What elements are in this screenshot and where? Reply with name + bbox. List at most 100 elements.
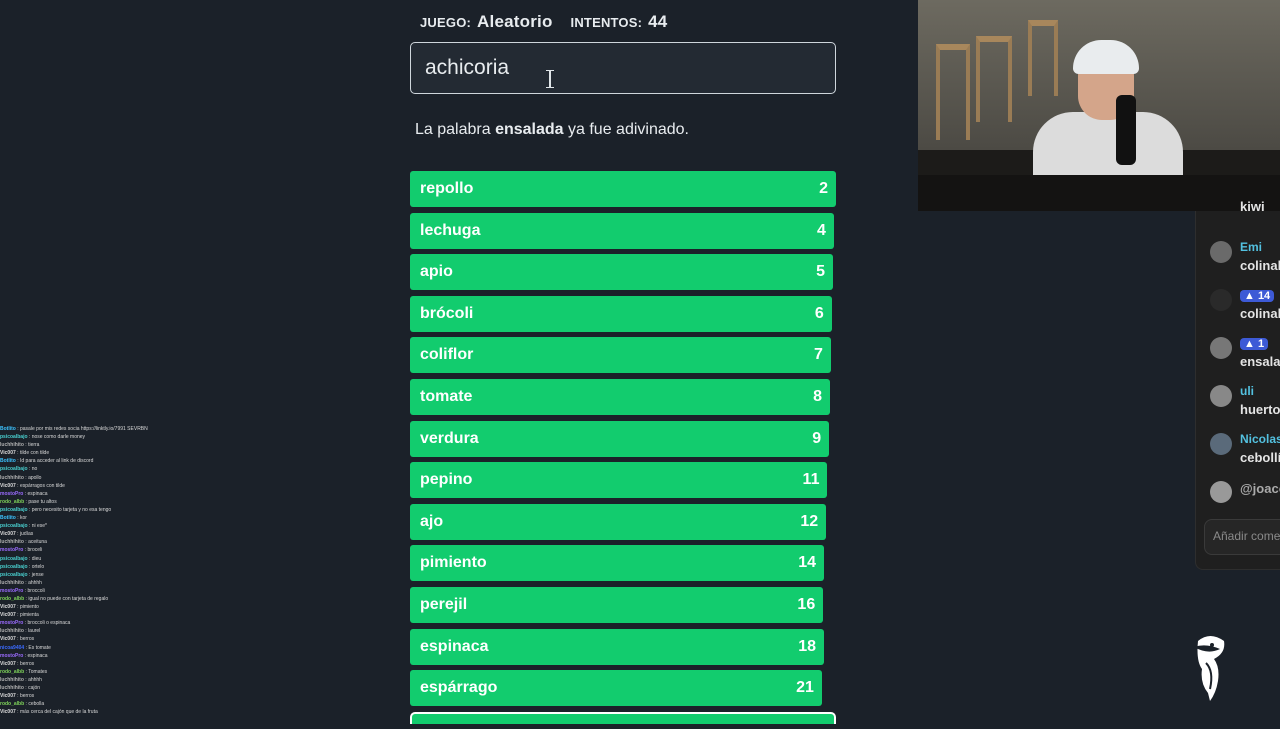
chat-line: Vic007 : pimiento bbox=[0, 604, 39, 611]
status-message: La palabra ensalada ya fue adivinado. bbox=[415, 121, 689, 139]
chat-line-user[interactable]: psicoalbajo bbox=[0, 523, 28, 529]
chat-message: ▲ 1 ensalac bbox=[1196, 337, 1280, 377]
chat-line-text: tilde con tilde bbox=[19, 450, 50, 457]
chat-line: mostoPro : broccoli o espinaca bbox=[0, 620, 71, 627]
avatar[interactable] bbox=[1210, 481, 1232, 503]
chat-username[interactable]: Nicolas bbox=[1240, 432, 1280, 446]
guess-row: brócoli 6 bbox=[410, 295, 832, 332]
chat-line: luchhihito : tierra bbox=[0, 442, 40, 449]
status-word: ensalada bbox=[495, 121, 564, 138]
chat-line-user[interactable]: Vic007 bbox=[0, 531, 16, 537]
avatar[interactable] bbox=[1210, 433, 1232, 455]
chat-line-user[interactable]: luchhihito bbox=[0, 677, 24, 683]
chat-line: psicoalbajo : pero necesito tarjeta y no… bbox=[0, 506, 112, 513]
chat-line: luchhihito : cajón bbox=[0, 685, 41, 691]
chat-text: cebollí bbox=[1240, 450, 1280, 465]
guess-row: apio 5 bbox=[410, 254, 834, 291]
chat-line-text: berros bbox=[19, 660, 35, 667]
chat-line-user[interactable]: mostoPro bbox=[0, 588, 23, 594]
chat-line-user[interactable]: mostoPro bbox=[0, 547, 23, 553]
guess-word: pepino bbox=[420, 471, 473, 489]
level-badge: ▲ 1 bbox=[1240, 338, 1269, 350]
status-suffix: ya fue adivinado. bbox=[568, 121, 689, 138]
avatar[interactable] bbox=[1210, 385, 1232, 407]
chat-line-user[interactable]: psicoalbajo bbox=[0, 556, 28, 562]
guess-rank: 6 bbox=[814, 304, 824, 322]
chat-line-user[interactable]: mostoPro bbox=[0, 620, 23, 626]
chat-line-user[interactable]: rodo_albb bbox=[0, 669, 24, 675]
chat-line: Botlito : kor bbox=[0, 515, 27, 522]
chat-line-text: pimienta bbox=[19, 612, 39, 619]
chat-line-text: igual no puede con tarjeta de regalo bbox=[28, 595, 109, 602]
chat-username[interactable]: uli bbox=[1240, 384, 1254, 398]
chat-username[interactable]: ▲ 14 bbox=[1240, 288, 1275, 302]
chat-line-user[interactable]: rodo_albb bbox=[0, 596, 24, 602]
chat-line-user[interactable]: Vic007 bbox=[0, 612, 16, 618]
chat-line-user[interactable]: Vic007 bbox=[0, 450, 16, 456]
chat-line-user[interactable]: Vic007 bbox=[0, 483, 16, 489]
chat-line-user[interactable]: Botlito bbox=[0, 426, 16, 432]
guess-word: verdura bbox=[420, 429, 479, 447]
guess-rank: 16 bbox=[797, 595, 816, 613]
chat-line-user[interactable]: psicoalbajo bbox=[0, 572, 28, 578]
chat-line-user[interactable]: rodo_albb bbox=[0, 499, 24, 505]
guess-row: repollo 2 bbox=[410, 171, 836, 207]
avatar[interactable] bbox=[1210, 289, 1232, 311]
guess-word: brócoli bbox=[420, 304, 474, 322]
guess-rank: 5 bbox=[816, 263, 826, 281]
chat-message: uli huerto bbox=[1196, 384, 1280, 425]
guess-input[interactable] bbox=[410, 42, 836, 94]
chat-username[interactable]: Emi bbox=[1240, 240, 1262, 254]
chat-line: mostoPro : broccoli bbox=[0, 587, 45, 594]
chat-line-user[interactable]: Vic007 bbox=[0, 604, 16, 610]
chat-line-user[interactable]: Vic007 bbox=[0, 693, 16, 699]
guess-row: espinaca 18 bbox=[410, 628, 825, 665]
chat-line-text: más cerca del cajón que de la fruta bbox=[19, 709, 98, 716]
chat-line-text: pasale por mis redes socia https://linkt… bbox=[20, 426, 148, 432]
chat-line-user[interactable]: nicoa9404 bbox=[0, 645, 24, 651]
game-header: JUEGO: Aleatorio INTENTOS: 44 bbox=[420, 12, 667, 32]
chat-input[interactable]: Añadir come bbox=[1204, 519, 1280, 555]
chat-line: Botlito : pasale por mis redes socia htt… bbox=[0, 426, 148, 432]
avatar[interactable] bbox=[1210, 241, 1232, 263]
chat-line: psicoalbajo : nose como darle money bbox=[0, 434, 86, 441]
guess-word: coliflor bbox=[420, 346, 474, 364]
chat-line-user[interactable]: luchhihito bbox=[0, 442, 24, 448]
chat-line: Vic007 : tilde con tilde bbox=[0, 450, 50, 457]
chat-line-user[interactable]: Botlito bbox=[0, 458, 16, 464]
avatar[interactable] bbox=[1210, 337, 1232, 359]
chat-line-text: nose como darle money bbox=[31, 434, 86, 441]
status-prefix: La palabra bbox=[415, 121, 491, 138]
chat-line-user[interactable]: luchhihito bbox=[0, 580, 24, 586]
guess-rank: 11 bbox=[802, 471, 820, 489]
chat-line-user[interactable]: Botlito bbox=[0, 515, 16, 521]
chat-line-text: espinaca bbox=[27, 490, 48, 497]
chat-line-user[interactable]: psicoalbajo bbox=[0, 434, 28, 440]
chat-line-user[interactable]: luchhihito bbox=[0, 628, 24, 634]
chat-line-user[interactable]: mostoPro bbox=[0, 491, 23, 497]
guess-word: espárrago bbox=[420, 679, 498, 697]
chat-line-text: espárragos con tilde bbox=[19, 482, 65, 489]
chat-line-user[interactable]: luchhihito bbox=[0, 685, 24, 691]
chat-line-text: espinaca bbox=[27, 652, 48, 659]
right-chat-panel: @joacoNicolascebollíulihuerto▲ 1ensalac▲… bbox=[1195, 199, 1280, 570]
chat-line-user[interactable]: psicoalbajo bbox=[0, 507, 28, 513]
chat-line: Vic007 : espárragos con tilde bbox=[0, 482, 65, 489]
toucan-logo-icon bbox=[1194, 636, 1225, 701]
chat-line-user[interactable]: luchhihito bbox=[0, 539, 24, 545]
chat-username[interactable]: ▲ 1 bbox=[1240, 336, 1269, 350]
guess-rank: 9 bbox=[812, 429, 822, 447]
guess-row: coliflor 7 bbox=[410, 337, 831, 374]
chat-line-user[interactable]: Vic007 bbox=[0, 636, 16, 642]
chat-line-user[interactable]: Vic007 bbox=[0, 661, 16, 667]
chat-line-user[interactable]: psicoalbajo bbox=[0, 564, 28, 570]
chat-line-user[interactable]: psicoalbajo bbox=[0, 466, 28, 472]
chat-line-text: broceli bbox=[27, 547, 43, 554]
chat-line-user[interactable]: luchhihito bbox=[0, 475, 24, 481]
chat-line-user[interactable]: Vic007 bbox=[0, 709, 16, 715]
guess-row-current bbox=[410, 711, 836, 724]
chat-line-user[interactable]: rodo_albb bbox=[0, 701, 24, 707]
chat-line-text: cebolla bbox=[28, 701, 45, 708]
chat-line-user[interactable]: mostoPro bbox=[0, 653, 23, 659]
guess-row: perejil 16 bbox=[410, 586, 824, 623]
